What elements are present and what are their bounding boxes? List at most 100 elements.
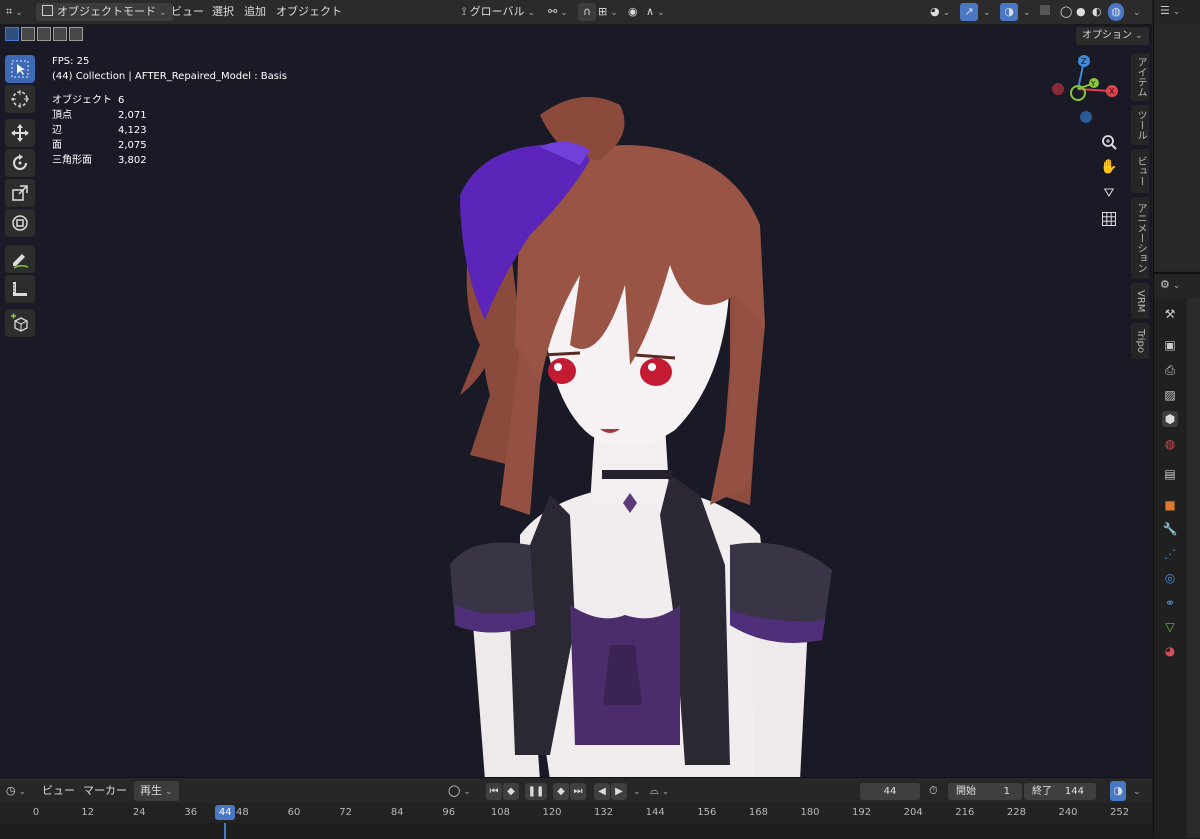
tool-annotate[interactable] (5, 245, 35, 273)
jump-keyframe-forward-button[interactable]: ◆ (553, 783, 569, 800)
object-properties-tab[interactable]: ■ (1162, 497, 1178, 513)
view-layer-properties-tab[interactable]: ▨ (1162, 387, 1178, 403)
shading-rendered[interactable]: ◍ (1108, 3, 1124, 21)
outliner[interactable] (1154, 24, 1200, 270)
tool-cursor[interactable] (5, 85, 35, 113)
timeline-overlay-toggle[interactable]: ◑ (1110, 781, 1126, 801)
keyframe-area[interactable] (0, 823, 1152, 839)
menu-object[interactable]: オブジェクト (276, 3, 342, 21)
end-frame-field[interactable]: 終了 144 (1024, 783, 1096, 800)
rotate-icon (13, 154, 27, 170)
keying-set-dropdown[interactable]: ⌓ ⌄ (650, 781, 669, 801)
particles-properties-tab[interactable]: ⋰ (1162, 546, 1178, 562)
current-frame-field[interactable]: 44 (860, 783, 920, 800)
tool-add-cube[interactable] (5, 309, 35, 337)
jump-to-end-button[interactable]: ⏭ (570, 783, 586, 800)
snap-toggle[interactable]: ∩ (578, 3, 596, 21)
start-frame-field[interactable]: 開始 1 (948, 783, 1022, 800)
editor-type-button[interactable]: ⌗ ⌄ (6, 3, 23, 21)
tab-animation[interactable]: アニメーション (1131, 197, 1149, 279)
select-extend-button[interactable] (21, 27, 35, 41)
tool-transform[interactable] (5, 209, 35, 237)
overlay-dropdown[interactable]: ⌄ (1020, 3, 1031, 21)
visibility-dropdown[interactable]: ◕ ⌄ (930, 3, 950, 21)
constraints-properties-tab[interactable]: ⚭ (1162, 595, 1178, 611)
hand-icon: ✋ (1100, 159, 1118, 175)
collection-properties-tab[interactable]: ▤ (1162, 466, 1178, 482)
world-properties-tab[interactable]: ◍ (1162, 436, 1178, 452)
output-properties-tab[interactable]: ⎙ (1162, 362, 1178, 378)
tab-tripo[interactable]: Tripo (1131, 323, 1149, 359)
3d-viewport[interactable]: オプション ⌄ FPS: 25 (44) Collection | AFTER_R… (0, 25, 1152, 777)
tool-select-box[interactable] (5, 55, 35, 83)
data-properties-tab[interactable]: ▽ (1162, 619, 1178, 635)
frame-ruler[interactable] (0, 803, 1152, 823)
timeline-menu-marker[interactable]: マーカー (83, 781, 127, 801)
snap-target-dropdown[interactable]: ⊞ ⌄ (598, 3, 618, 21)
tool-scale[interactable] (5, 179, 35, 207)
tab-view[interactable]: ビュー (1131, 149, 1149, 193)
camera-view-button[interactable]: ⛛ (1098, 182, 1120, 204)
material-properties-tab[interactable]: ◕ (1162, 643, 1178, 659)
tab-item[interactable]: アイテム (1131, 53, 1149, 101)
menu-add[interactable]: 追加 (244, 3, 266, 21)
transform-orientation-dropdown[interactable]: ⟟ グローバル ⌄ (462, 3, 535, 21)
gizmo-dropdown[interactable]: ⌄ (980, 3, 991, 21)
playback-dropdown[interactable]: 再生 ⌄ (134, 781, 179, 801)
shading-dropdown[interactable]: ⌄ (1130, 3, 1141, 21)
jump-keyframe-back-button[interactable]: ◆ (503, 783, 519, 800)
xray-toggle[interactable] (1040, 3, 1050, 21)
overlay-toggle[interactable]: ◑ (1000, 3, 1018, 21)
menu-view[interactable]: ビュー (171, 3, 204, 21)
menu-select[interactable]: 選択 (212, 3, 234, 21)
tool-rotate[interactable] (5, 149, 35, 177)
navigation-gizmo[interactable]: Z X Y (1048, 53, 1124, 129)
tab-tool[interactable]: ツール (1131, 105, 1149, 145)
tool-measure[interactable] (5, 275, 35, 303)
select-invert-button[interactable] (53, 27, 67, 41)
tab-vrm[interactable]: VRM (1131, 283, 1149, 319)
physics-properties-tab[interactable]: ◎ (1162, 570, 1178, 586)
jump-to-start-button[interactable]: ⏮ (486, 783, 502, 800)
next-frame-button[interactable]: ▶ (611, 783, 627, 800)
orthographic-toggle[interactable] (1098, 208, 1120, 230)
auto-keying-toggle[interactable]: ◯ ⌄ (448, 781, 471, 801)
select-intersect-button[interactable] (69, 27, 83, 41)
playback-options-dropdown[interactable]: ⌄ (630, 781, 641, 801)
solid-sphere-icon: ● (1076, 5, 1086, 18)
select-new-button[interactable] (5, 27, 19, 41)
pivot-point-button[interactable]: ⚯ ⌄ (548, 3, 568, 21)
render-properties-tab[interactable]: ▣ (1162, 337, 1178, 353)
timeline-overlay-dropdown[interactable]: ⌄ (1130, 781, 1141, 801)
outliner-editor-type[interactable]: ☰ ⌄ (1160, 4, 1180, 17)
shading-material[interactable]: ◐ (1092, 3, 1102, 21)
timeline-editor-type[interactable]: ◷ ⌄ (6, 781, 26, 801)
tool-move[interactable] (5, 119, 35, 147)
character-model[interactable] (430, 65, 850, 777)
shading-solid[interactable]: ● (1076, 3, 1086, 21)
proportional-edit-toggle[interactable]: ◉ (628, 3, 638, 21)
properties-editor-type[interactable]: ⚙ ⌄ (1160, 278, 1180, 291)
select-subtract-button[interactable] (37, 27, 51, 41)
shading-wireframe[interactable]: ◯ (1060, 3, 1072, 21)
box-icon: ▤ (1164, 467, 1176, 481)
prev-frame-button[interactable]: ◀ (594, 783, 610, 800)
properties-content[interactable] (1187, 298, 1200, 838)
pan-button[interactable]: ✋ (1098, 156, 1120, 178)
playhead-marker[interactable]: 44 (215, 805, 236, 820)
falloff-dropdown[interactable]: ∧ ⌄ (646, 3, 665, 21)
key-back-icon: ◆ (507, 786, 515, 797)
timeline-menu-view[interactable]: ビュー (42, 781, 75, 801)
pause-button[interactable]: ❚❚ (525, 783, 547, 800)
ruler-tick-label: 36 (184, 807, 198, 818)
mode-dropdown[interactable]: オブジェクトモード ⌄ (36, 3, 173, 21)
options-dropdown[interactable]: オプション ⌄ (1076, 27, 1149, 45)
zoom-button[interactable] (1098, 131, 1120, 153)
modifier-properties-tab[interactable]: 🔧 (1162, 521, 1178, 537)
gizmo-toggle[interactable]: ↗ (960, 3, 978, 21)
preview-range-toggle[interactable]: ⏱ (929, 781, 938, 801)
scene-properties-tab[interactable]: ⬢ (1162, 411, 1178, 427)
gizmo-icon: ↗ (964, 5, 974, 18)
ruler-tick-label: 48 (236, 807, 249, 818)
tool-properties-tab[interactable]: ⚒ (1162, 306, 1178, 322)
